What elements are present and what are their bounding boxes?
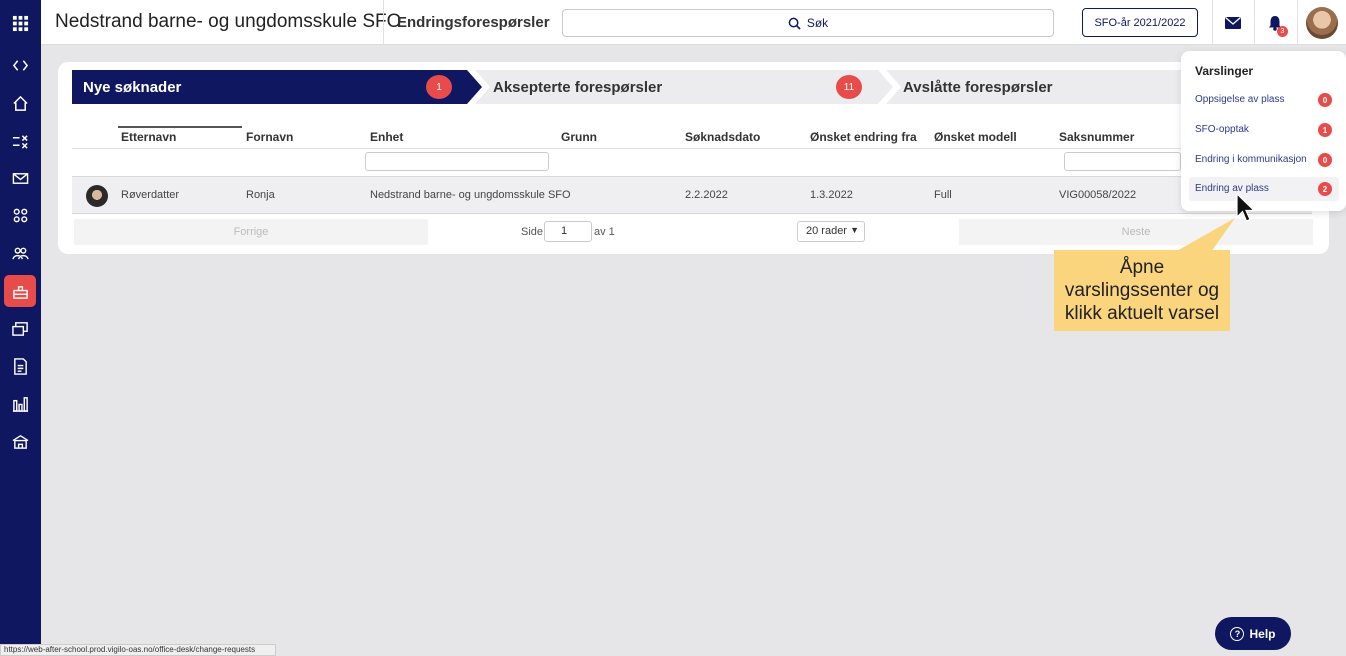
user-avatar[interactable] [1306, 7, 1338, 39]
search-icon [788, 17, 801, 30]
sort-indicator [118, 126, 242, 128]
mail-icon[interactable] [0, 163, 41, 193]
cell-endring-fra: 1.3.2022 [810, 189, 853, 201]
callout-line: Åpne [1119, 257, 1165, 278]
notification-label: Oppsigelse av plass [1195, 94, 1285, 105]
statistics-icon[interactable] [0, 388, 41, 418]
notification-count-badge: 1 [1318, 123, 1332, 137]
help-button[interactable]: ? Help [1215, 617, 1291, 650]
tab-count-badge: 11 [836, 75, 862, 99]
school-name: Nedstrand barne- og ungdomsskule SFO [55, 11, 402, 32]
notification-item[interactable]: Endring av plass 2 [1189, 177, 1339, 201]
notification-count-badge: 0 [1318, 93, 1332, 107]
question-icon: ? [1230, 626, 1245, 641]
notification-item[interactable]: Oppsigelse av plass 0 [1189, 88, 1339, 112]
page-label: Side [521, 226, 544, 238]
expand-collapse-icon[interactable] [0, 50, 41, 80]
notification-count-badge: 3 [1277, 26, 1288, 37]
document-icon[interactable] [0, 351, 41, 381]
children-icon[interactable] [0, 238, 41, 268]
status-bar-url: https://web-after-school.prod.vigilo-oas… [0, 644, 276, 656]
tasks-icon[interactable] [0, 126, 41, 156]
next-page-button[interactable]: Neste [959, 219, 1313, 245]
rows-per-page-select[interactable]: 20 rader ▼ [797, 221, 865, 242]
pagination: Forrige Side 1 av 1 20 rader ▼ Neste [72, 215, 1313, 249]
cell-fornavn: Ronja [246, 189, 275, 201]
column-header-modell[interactable]: Ønsket modell [934, 130, 1017, 144]
groups-icon[interactable] [0, 200, 41, 230]
notifications-title: Varslinger [1195, 64, 1254, 78]
instruction-callout: Åpne varslingssenter og klikk aktuelt va… [1054, 250, 1230, 331]
change-requests-card: Nye søknader 1 Aksepterte forespørsler 1… [58, 62, 1329, 254]
notification-label: Endring i kommunikasjon [1195, 154, 1307, 165]
divider [72, 148, 1312, 149]
search-input[interactable]: Søk [562, 9, 1054, 37]
search-placeholder: Søk [806, 16, 829, 30]
column-header-endring-fra[interactable]: Ønsket endring fra [810, 130, 917, 144]
column-header-fornavn[interactable]: Fornavn [246, 130, 293, 144]
status-tabs: Nye søknader 1 Aksepterte forespørsler 1… [72, 70, 1312, 104]
divider [1254, 0, 1255, 45]
messages-button[interactable] [1221, 13, 1245, 33]
divider [383, 0, 384, 45]
notifications-panel: Varslinger Oppsigelse av plass 0 SFO-opp… [1181, 51, 1346, 211]
page-number-input[interactable]: 1 [544, 221, 592, 242]
cell-soknadsdato: 2.2.2022 [685, 189, 728, 201]
envelope-icon [1225, 17, 1241, 29]
office-desk-icon[interactable] [4, 275, 36, 307]
saksnummer-filter-input[interactable] [1064, 152, 1181, 171]
sidebar [0, 0, 41, 656]
column-header-etternavn[interactable]: Etternavn [121, 130, 176, 144]
enhet-filter-input[interactable] [365, 152, 549, 171]
notification-count-badge: 0 [1318, 153, 1332, 167]
finance-icon[interactable] [0, 313, 41, 343]
tab-label: Avslåtte forespørsler [903, 79, 1053, 96]
previous-page-button[interactable]: Forrige [74, 219, 428, 245]
apps-grid-icon[interactable] [0, 8, 41, 38]
top-bar: Nedstrand barne- og ungdomsskule SFO End… [41, 0, 1346, 45]
help-label: Help [1249, 626, 1276, 641]
tab-label: Nye søknader [83, 79, 182, 96]
school-icon[interactable] [0, 426, 41, 456]
notification-item[interactable]: SFO-opptak 1 [1189, 118, 1339, 142]
child-avatar [86, 185, 108, 207]
page-total: av 1 [594, 226, 615, 238]
divider [1212, 0, 1213, 45]
notification-item[interactable]: Endring i kommunikasjon 0 [1189, 148, 1339, 172]
tab-count-badge: 1 [426, 75, 452, 99]
callout-line: klikk aktuelt varsel [1064, 303, 1220, 324]
rows-per-page-value: 20 rader [806, 225, 847, 237]
tab-label: Aksepterte forespørsler [493, 79, 663, 96]
school-year-button[interactable]: SFO-år 2021/2022 [1082, 8, 1198, 37]
divider [1297, 0, 1298, 45]
cell-saksnummer: VIG00058/2022 [1059, 189, 1137, 201]
cell-modell: Full [934, 189, 952, 201]
page-title: Endringsforespørsler [397, 14, 550, 31]
mouse-cursor-icon [1236, 193, 1256, 222]
column-header-enhet[interactable]: Enhet [370, 130, 403, 144]
cell-enhet: Nedstrand barne- og ungdomsskule SFO [370, 189, 571, 201]
cell-etternavn: Røverdatter [121, 189, 180, 201]
notification-label: SFO-opptak [1195, 124, 1249, 135]
column-header-soknadsdato[interactable]: Søknadsdato [685, 130, 760, 144]
home-icon[interactable] [0, 88, 41, 118]
column-header-grunn[interactable]: Grunn [561, 130, 597, 144]
callout-line: varslingssenter og [1064, 280, 1220, 301]
notification-count-badge: 2 [1318, 182, 1332, 196]
chevron-down-icon: ▼ [850, 225, 859, 235]
column-header-saksnummer[interactable]: Saksnummer [1059, 130, 1134, 144]
